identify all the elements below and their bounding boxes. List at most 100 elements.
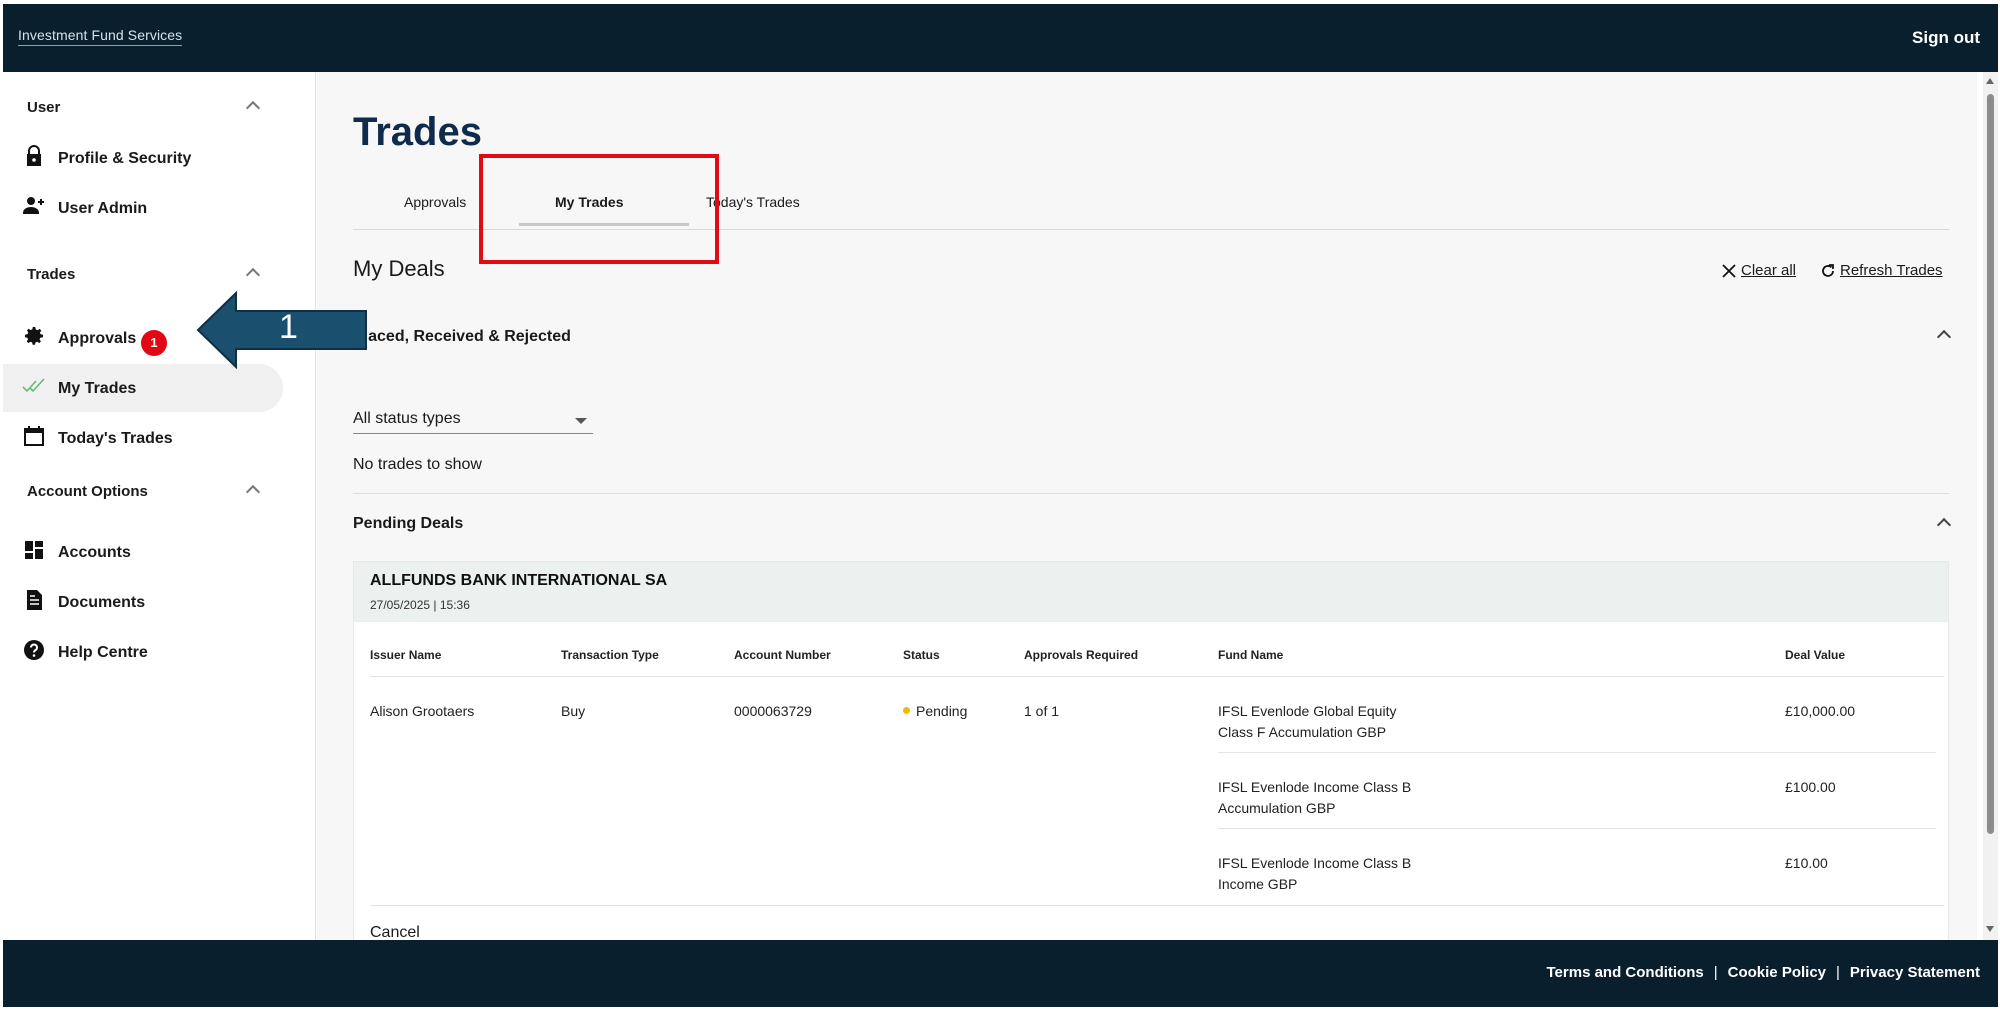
sidebar-item-label: Accounts — [58, 544, 131, 561]
close-icon — [1722, 264, 1736, 278]
sidebar-item-label: User Admin — [58, 200, 148, 217]
sidebar: User Profile & Security User Admin Trade… — [3, 72, 316, 940]
account-number-cell: 0000063729 — [734, 703, 812, 719]
tab-approvals[interactable]: Approvals — [404, 194, 466, 210]
fund-row-divider — [1218, 828, 1936, 829]
status-text: Pending — [916, 703, 968, 719]
chevron-up-icon[interactable] — [245, 100, 261, 116]
deal-datetime: 27/05/2025 | 15:36 — [370, 598, 470, 612]
column-header: Issuer Name — [370, 648, 442, 662]
sidebar-item-label: Today's Trades — [58, 430, 173, 447]
deal-value-cell: £10.00 — [1785, 855, 1828, 871]
cookie-policy-link[interactable]: Cookie Policy — [1728, 964, 1826, 981]
top-header: Investment Fund Services Sign out — [3, 4, 1998, 72]
sidebar-item-label: Approvals — [58, 330, 137, 347]
help-icon — [24, 640, 44, 660]
clear-all-button[interactable]: Clear all — [1721, 262, 1796, 279]
empty-state-text: No trades to show — [353, 456, 482, 473]
status-dot-icon — [903, 707, 910, 714]
sidebar-section-account-options: Account Options — [27, 483, 148, 500]
notification-badge: 1 — [141, 330, 167, 356]
double-check-icon — [22, 378, 45, 393]
status-type-value: All status types — [353, 410, 461, 427]
column-header: Account Number — [734, 648, 831, 662]
column-header: Approvals Required — [1024, 648, 1139, 662]
vertical-scrollbar[interactable] — [1983, 72, 1998, 940]
sidebar-item-user-admin[interactable]: User Admin — [3, 184, 283, 232]
column-header: Status — [903, 648, 940, 662]
add-user-icon — [23, 197, 44, 214]
chevron-up-icon[interactable] — [245, 267, 261, 283]
annotation-number: 1 — [279, 308, 298, 346]
chevron-up-icon[interactable] — [245, 484, 261, 500]
fund-name-cell: IFSL Evenlode Income Class B Accumulatio… — [1218, 777, 1411, 819]
sidebar-item-profile-security[interactable]: Profile & Security — [3, 134, 283, 182]
approvals-required-cell: 1 of 1 — [1024, 703, 1060, 719]
header-divider — [370, 676, 1944, 677]
pending-deals-heading[interactable]: Pending Deals — [353, 515, 463, 533]
chevron-up-icon[interactable] — [1936, 517, 1952, 533]
chevron-down-icon — [575, 418, 587, 424]
brand-logo[interactable]: Investment Fund Services — [18, 27, 183, 46]
sidebar-section-trades: Trades — [27, 266, 76, 283]
deal-value-cell: £10,000.00 — [1785, 703, 1856, 719]
status-type-select[interactable]: All status types — [353, 404, 593, 434]
tab-todays-trades[interactable]: Today's Trades — [706, 194, 800, 210]
cancel-button[interactable]: Cancel — [370, 924, 420, 940]
refresh-trades-label: Refresh Trades — [1840, 262, 1943, 279]
chevron-up-icon[interactable] — [1936, 329, 1952, 345]
fund-name-cell: IFSL Evenlode Income Class B Income GBP — [1218, 853, 1411, 895]
fund-name-line: IFSL Evenlode Income Class B — [1218, 855, 1412, 871]
sidebar-section-user: User — [27, 99, 61, 116]
sidebar-item-label: Profile & Security — [58, 150, 192, 167]
terms-link[interactable]: Terms and Conditions — [1547, 964, 1704, 981]
section-divider — [353, 493, 1949, 494]
sidebar-item-todays-trades[interactable]: Today's Trades — [3, 414, 283, 462]
fund-name-line: Class F Accumulation GBP — [1218, 724, 1387, 740]
privacy-link[interactable]: Privacy Statement — [1850, 964, 1980, 981]
transaction-type-cell: Buy — [561, 703, 586, 719]
sidebar-item-accounts[interactable]: Accounts — [3, 528, 283, 576]
fund-name-cell: IFSL Evenlode Global Equity Class F Accu… — [1218, 701, 1396, 743]
app-frame: Investment Fund Services Sign out User P… — [3, 4, 1998, 1007]
fund-name-line: Income GBP — [1218, 876, 1298, 892]
company-name: ALLFUNDS BANK INTERNATIONAL SA — [370, 572, 668, 589]
footer-separator: | — [1836, 964, 1840, 981]
footer-links: Terms and Conditions | Cookie Policy | Priva… — [1547, 964, 1981, 981]
row-divider — [370, 905, 1944, 906]
document-icon — [27, 590, 42, 610]
sidebar-item-my-trades[interactable]: My Trades — [3, 364, 283, 412]
sidebar-item-documents[interactable]: Documents — [3, 578, 283, 626]
issuer-name-cell: Alison Grootaers — [370, 703, 475, 719]
fund-name-line: IFSL Evenlode Global Equity — [1218, 703, 1397, 719]
column-header: Deal Value — [1785, 648, 1846, 662]
sidebar-item-label: My Trades — [58, 380, 137, 397]
fund-name-line: Accumulation GBP — [1218, 800, 1336, 816]
scroll-thumb[interactable] — [1987, 94, 1994, 834]
sidebar-item-help-centre[interactable]: Help Centre — [3, 628, 283, 676]
my-deals-heading: My Deals — [353, 256, 445, 281]
sidebar-item-label: Help Centre — [58, 644, 148, 661]
gear-icon — [25, 327, 43, 345]
sign-out-button[interactable]: Sign out — [1912, 28, 1980, 48]
deal-card-header: ALLFUNDS BANK INTERNATIONAL SA 27/05/202… — [354, 562, 1948, 622]
main-content: Trades Approvals My Trades Today's Trade… — [317, 72, 1977, 940]
footer-separator: | — [1713, 964, 1718, 981]
column-header: Fund Name — [1218, 648, 1284, 662]
refresh-trades-button[interactable]: Refresh Trades — [1820, 262, 1943, 279]
fund-row-divider — [1218, 752, 1936, 753]
fund-name-line: IFSL Evenlode Income Class B — [1218, 779, 1412, 795]
placed-received-rejected-heading[interactable]: Placed, Received & Rejected — [353, 328, 571, 346]
scroll-up-icon[interactable] — [1986, 78, 1994, 84]
annotation-highlight-box — [479, 154, 719, 264]
calendar-icon — [24, 426, 44, 446]
scroll-down-icon[interactable] — [1986, 926, 1994, 932]
footer: Terms and Conditions | Cookie Policy | Priva… — [3, 940, 1998, 1007]
sidebar-item-label: Documents — [58, 594, 146, 611]
deal-value-cell: £100.00 — [1785, 779, 1836, 795]
status-cell: Pending — [903, 701, 967, 722]
page-title: Trades — [353, 110, 482, 154]
lock-icon — [27, 145, 41, 166]
dashboard-icon — [25, 541, 43, 559]
refresh-icon — [1822, 264, 1834, 277]
